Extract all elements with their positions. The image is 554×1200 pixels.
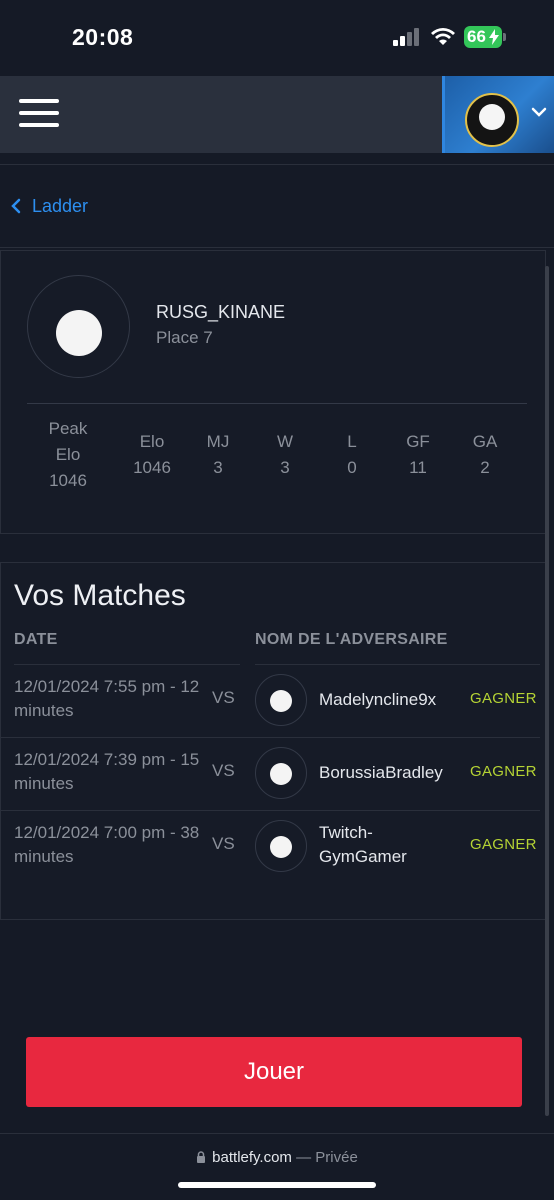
section-title: Vos Matches [14,579,186,612]
lock-icon [197,1151,206,1163]
stat-ga: GA 2 [465,429,505,481]
column-header-opponent: NOM DE L'ADVERSAIRE [255,631,448,648]
back-link-label: Ladder [32,195,89,216]
match-vs: VS [212,834,235,853]
avatar-face-icon [479,104,505,130]
avatar [465,93,519,147]
table-row[interactable]: 12/01/2024 7:55 pm - 12 minutes VS Madel… [0,664,554,736]
opponent-name: Madelyncline9x [319,690,437,709]
stat-label: MJ [206,432,230,451]
match-date: 12/01/2024 7:00 pm - 38 minutes [14,823,200,866]
browsing-mode: Privée [315,1149,358,1166]
scrollbar[interactable] [545,266,549,1116]
charging-bolt-icon [489,29,499,45]
battery-icon: 66 [464,26,506,48]
player-avatar [27,275,130,378]
avatar-face-icon [270,836,292,858]
stat-value: 0 [347,458,357,477]
opponent-avatar [255,820,307,872]
match-vs: VS [212,688,235,707]
stat-label: GA [472,432,498,451]
stat-value: 1046 [49,471,87,490]
stat-value: 1046 [133,458,171,477]
stat-gf: GF 11 [398,429,438,481]
stat-value: 3 [280,458,290,477]
back-to-ladder-link[interactable]: Ladder [10,194,88,218]
table-row[interactable]: 12/01/2024 7:39 pm - 15 minutes VS Borus… [0,737,554,809]
divider [0,247,554,248]
stat-label: L [347,432,357,451]
stat-label: W [276,432,294,451]
stat-l: L 0 [332,429,372,481]
divider [27,403,527,404]
player-place: Place 7 [156,328,213,347]
match-result: GAGNER [470,690,537,707]
column-header-date: DATE [14,631,58,648]
divider [0,164,554,165]
stat-elo: Elo 1046 [122,429,182,481]
browser-url-bar[interactable]: battlefy.com — Privée [0,1133,554,1200]
stat-value: 2 [480,458,490,477]
match-vs: VS [212,761,235,780]
stat-peak-elo: Peak Elo 1046 [38,416,98,494]
url-text: battlefy.com — Privée [0,1149,554,1166]
cellular-signal-icon [393,28,419,46]
table-row[interactable]: 12/01/2024 7:00 pm - 38 minutes VS Twitc… [0,810,554,882]
wifi-icon [431,28,455,45]
match-date: 12/01/2024 7:55 pm - 12 minutes [14,677,200,720]
stat-label: GF [406,432,430,451]
match-result: GAGNER [470,763,537,780]
stat-label: Elo [139,432,165,451]
profile-menu-button[interactable] [442,76,554,153]
opponent-avatar [255,674,307,726]
url-separator: — [291,1149,316,1166]
status-bar: 20:08 66 [0,0,554,76]
chevron-down-icon [531,107,547,117]
play-button[interactable]: Jouer [26,1037,522,1107]
stat-mj: MJ 3 [198,429,238,481]
stat-value: 11 [409,458,427,477]
avatar-face-icon [270,690,292,712]
stat-label: Peak Elo [48,419,88,464]
opponent-avatar [255,747,307,799]
hamburger-menu-icon[interactable] [19,99,59,129]
avatar-face-icon [270,763,292,785]
match-date: 12/01/2024 7:39 pm - 15 minutes [14,750,200,793]
stat-value: 3 [213,458,223,477]
match-result: GAGNER [470,836,537,853]
home-indicator[interactable] [178,1182,376,1188]
status-time: 20:08 [72,24,134,50]
opponent-name: Twitch-GymGamer [319,823,407,866]
stat-w: W 3 [265,429,305,481]
opponent-name: BorussiaBradley [319,763,443,782]
player-name: RUSG_KINANE [156,302,286,322]
url-domain: battlefy.com [212,1149,292,1166]
chevron-left-icon [11,198,21,214]
avatar-face-icon [56,310,102,356]
